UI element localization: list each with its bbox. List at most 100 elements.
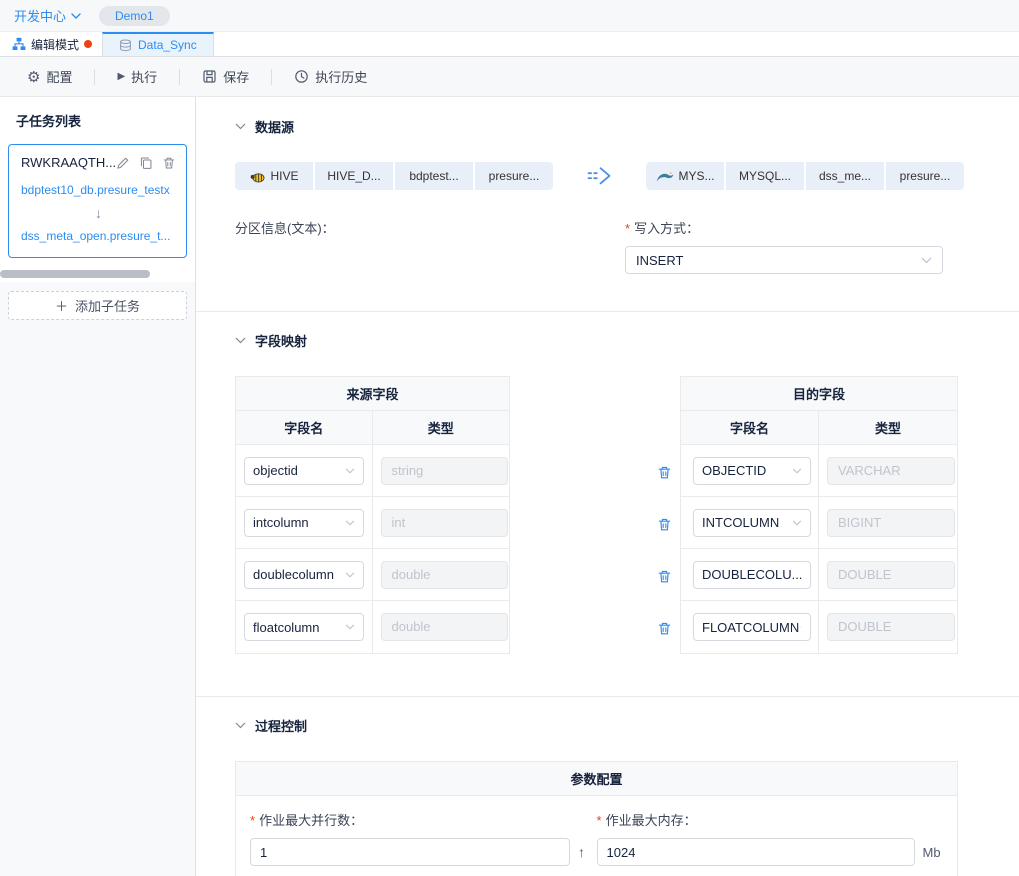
table-row: floatcolumn double (236, 601, 509, 653)
table-row: objectid string (236, 445, 509, 497)
target-type-input: DOUBLE (827, 561, 955, 589)
source-type-input: string (381, 457, 508, 485)
edit-mode-label: 编辑模式 (31, 36, 79, 53)
collapse-process-icon[interactable] (235, 722, 246, 729)
add-subtask-button[interactable]: ＋ 添加子任务 (8, 291, 187, 320)
tab-bar: 编辑模式 Data_Sync (0, 32, 1019, 57)
run-button[interactable]: ▶ 执行 (115, 67, 159, 86)
chevron-down-icon (71, 13, 81, 19)
subtask-source-table: bdptest10_db.presure_testx (21, 183, 176, 197)
mapping-section-title: 字段映射 (255, 331, 307, 350)
field-name: objectid (253, 463, 298, 478)
flow-arrow-icon (587, 165, 614, 187)
required-mark: * (250, 813, 255, 828)
parameter-panel: 参数配置 *作业最大并行数： ↑ *作业最大内存： (235, 761, 958, 876)
source-field-select[interactable]: doublecolumn (244, 561, 364, 589)
mysql-icon (655, 170, 674, 183)
edit-mode-toggle[interactable]: 编辑模式 (0, 32, 102, 56)
workspace-switcher[interactable]: 开发中心 (14, 6, 81, 25)
stepper-up-icon[interactable]: ↑ (578, 844, 585, 860)
max-parallel-input[interactable] (250, 838, 570, 866)
subtask-sidebar: 子任务列表 RWKRAAQTH... bdptest10_db.presure_… (0, 97, 196, 876)
copy-icon[interactable] (139, 156, 153, 170)
delete-row-icon[interactable] (657, 621, 672, 636)
subtask-card[interactable]: RWKRAAQTH... bdptest10_db.presure_testx … (8, 144, 187, 258)
target-field-select[interactable]: OBJECTID (693, 457, 811, 485)
section-divider (196, 311, 1019, 312)
delete-row-icon[interactable] (657, 569, 672, 584)
max-parallel-label: 作业最大并行数： (259, 813, 363, 828)
target-tag: MYS... (646, 162, 724, 190)
toolbar-divider (271, 69, 272, 85)
target-tag-label: MYS... (678, 169, 714, 183)
chevron-down-icon (792, 468, 802, 474)
collapse-datasource-icon[interactable] (235, 123, 246, 130)
source-fields-table: 来源字段 字段名 类型 objectid string intcolumn in… (235, 376, 510, 654)
save-button[interactable]: 保存 (200, 67, 251, 86)
field-name: intcolumn (253, 515, 309, 530)
max-memory-input[interactable] (597, 838, 915, 866)
project-tag[interactable]: Demo1 (99, 6, 170, 26)
subtask-target-table: dss_meta_open.presure_t... (21, 229, 176, 243)
write-mode-select[interactable]: INSERT (625, 246, 943, 274)
collapse-mapping-icon[interactable] (235, 337, 246, 344)
datasource-flow: HIVE HIVE_D... bdptest... presure... (235, 162, 1019, 190)
column-header-type: 类型 (373, 411, 510, 444)
horizontal-scrollbar[interactable] (0, 270, 150, 278)
table-row: OBJECTID VARCHAR (681, 445, 957, 497)
field-name: floatcolumn (253, 620, 319, 635)
target-table-title: 目的字段 (681, 377, 957, 411)
source-table-title: 来源字段 (236, 377, 509, 411)
source-field-select[interactable]: objectid (244, 457, 364, 485)
delete-row-icon[interactable] (657, 465, 672, 480)
target-type-input: VARCHAR (827, 457, 955, 485)
required-mark: * (625, 221, 630, 236)
workspace-label: 开发中心 (14, 6, 66, 25)
config-label: 配置 (46, 67, 72, 86)
chevron-down-icon (799, 624, 802, 630)
chevron-down-icon (345, 624, 355, 630)
target-field-select[interactable]: DOUBLECOLU... (693, 561, 811, 589)
add-subtask-label: 添加子任务 (75, 296, 140, 315)
table-row: DOUBLECOLU... DOUBLE (681, 549, 957, 601)
tab-data-sync[interactable]: Data_Sync (102, 32, 214, 56)
sidebar-title: 子任务列表 (0, 111, 195, 130)
target-type-input: BIGINT (827, 509, 955, 537)
delete-row-icon[interactable] (657, 517, 672, 532)
edit-icon[interactable] (116, 156, 130, 170)
parameter-panel-title: 参数配置 (236, 762, 957, 796)
target-type-input: DOUBLE (827, 613, 955, 641)
column-header-type: 类型 (819, 411, 957, 444)
source-tag-label: HIVE (270, 169, 298, 183)
plus-icon: ＋ (55, 296, 68, 315)
source-type-input: double (381, 613, 508, 641)
top-bar: 开发中心 Demo1 (0, 0, 1019, 32)
target-field-select[interactable]: FLOATCOLUMN (693, 613, 811, 641)
chevron-down-icon (345, 572, 355, 578)
row-actions-column (510, 376, 680, 654)
chevron-down-icon (345, 468, 355, 474)
chevron-down-icon (792, 520, 802, 526)
source-tag: HIVE (235, 162, 313, 190)
subtask-list: 子任务列表 RWKRAAQTH... bdptest10_db.presure_… (0, 97, 195, 282)
gear-icon: ⚙ (27, 68, 40, 86)
down-arrow-icon: ↓ (21, 205, 176, 221)
table-row: INTCOLUMN BIGINT (681, 497, 957, 549)
target-tag: presure... (886, 162, 964, 190)
toolbar-divider (179, 69, 180, 85)
table-row: intcolumn int (236, 497, 509, 549)
field-name: FLOATCOLUMN (702, 620, 799, 635)
delete-icon[interactable] (162, 156, 176, 170)
table-row: FLOATCOLUMN DOUBLE (681, 601, 957, 653)
config-button[interactable]: ⚙ 配置 (25, 67, 74, 86)
tab-label: Data_Sync (138, 38, 197, 52)
field-name: DOUBLECOLU... (702, 567, 802, 582)
history-button[interactable]: 执行历史 (292, 67, 369, 86)
target-datasource-tags: MYS... MYSQL... dss_me... presure... (646, 162, 964, 190)
field-name: OBJECTID (702, 463, 766, 478)
field-name: doublecolumn (253, 567, 334, 582)
field-name: INTCOLUMN (702, 515, 779, 530)
source-field-select[interactable]: intcolumn (244, 509, 364, 537)
target-field-select[interactable]: INTCOLUMN (693, 509, 811, 537)
source-field-select[interactable]: floatcolumn (244, 613, 364, 641)
